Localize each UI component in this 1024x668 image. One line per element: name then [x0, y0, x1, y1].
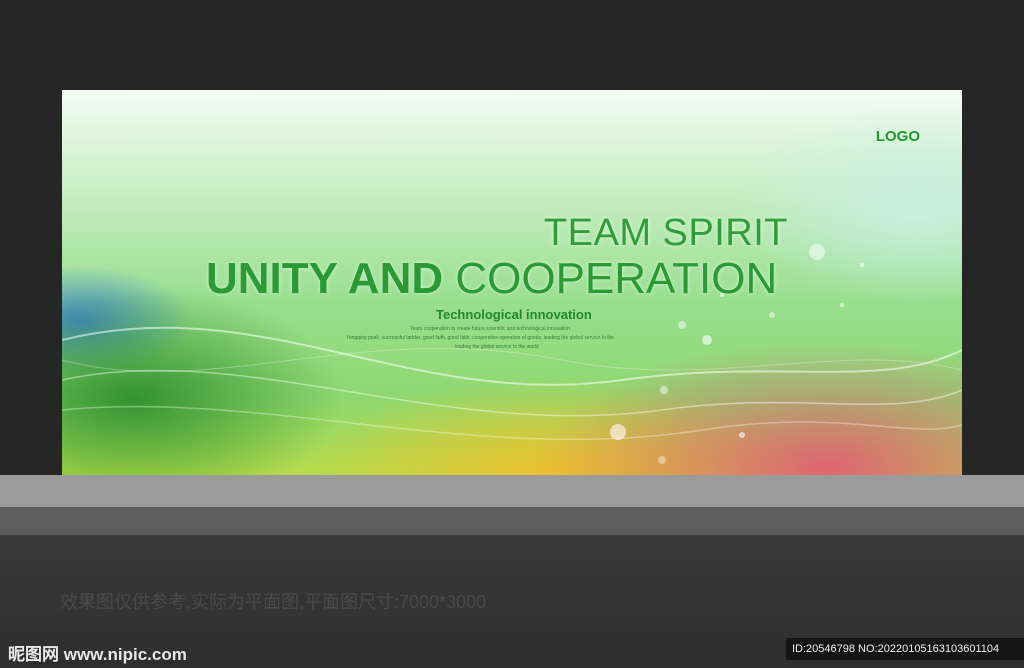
- logo-text: LOGO: [875, 128, 920, 145]
- headline-team-spirit: TEAM SPIRIT: [543, 212, 788, 254]
- subtitle: Technological innovation: [436, 307, 592, 322]
- billboard: LOGO TEAM SPIRIT UNITY AND COOPERATION T…: [62, 90, 962, 475]
- headline-light-part: COOPERATION: [455, 254, 778, 303]
- headline-bold-part: UNITY AND: [206, 254, 444, 303]
- disclaimer-caption: 效果图仅供参考,实际为平面图,平面图尺寸:7000*3000: [60, 592, 487, 612]
- small-text-line-2: Yongqing peak, successful ladder, good f…: [346, 335, 615, 341]
- stage-top: [0, 475, 1024, 507]
- site-watermark[interactable]: 昵图网 www.nipic.com: [8, 640, 187, 665]
- headline-unity-cooperation: UNITY AND COOPERATION: [206, 254, 777, 304]
- small-text-line-3: leading the global service to the world: [455, 344, 539, 350]
- image-id-bar: ID:20546798 NO:20220105163103601104: [786, 638, 1024, 660]
- stage-front: [0, 507, 1024, 535]
- small-text-line-1: Team cooperation to create future scient…: [410, 326, 570, 332]
